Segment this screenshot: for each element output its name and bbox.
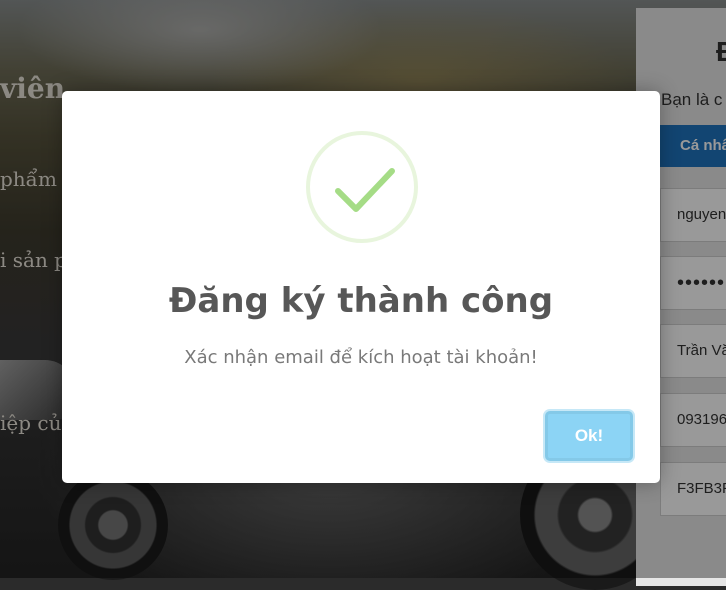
success-dialog: Đăng ký thành công Xác nhận email để kíc… (62, 91, 660, 483)
checkmark-icon (335, 168, 395, 212)
dialog-title: Đăng ký thành công (168, 281, 554, 321)
ok-button[interactable]: Ok! (545, 411, 633, 461)
success-ring (306, 131, 418, 243)
dialog-message: Xác nhận email để kích hoạt tài khoản! (184, 347, 538, 368)
